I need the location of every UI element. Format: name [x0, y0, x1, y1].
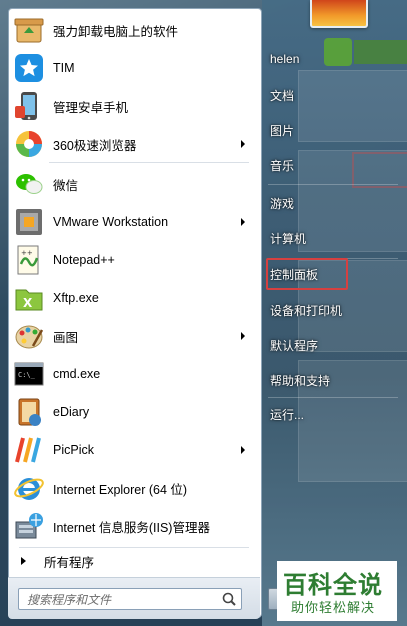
- iis-icon: [13, 510, 45, 542]
- program-label: 画图: [53, 330, 79, 345]
- all-programs-label: 所有程序: [44, 555, 95, 570]
- right-item-help-support[interactable]: 帮助和支持: [270, 372, 330, 389]
- right-item-pictures[interactable]: 图片: [270, 122, 294, 139]
- program-item-android-manager[interactable]: 管理安卓手机: [11, 88, 257, 124]
- tim-icon: [13, 52, 45, 84]
- program-label: Xftp.exe: [53, 291, 99, 305]
- program-item-tim[interactable]: TIM: [11, 50, 257, 86]
- ie-icon: [13, 472, 45, 504]
- program-item-360-browser[interactable]: 360极速浏览器: [11, 126, 257, 162]
- right-item-control-panel[interactable]: 控制面板: [270, 266, 318, 283]
- program-item-ediary[interactable]: eDiary: [11, 394, 257, 430]
- right-item-devices-printers[interactable]: 设备和打印机: [270, 302, 342, 319]
- program-label: 360极速浏览器: [53, 138, 137, 153]
- svg-text:X: X: [23, 296, 33, 310]
- program-label: PicPick: [53, 443, 94, 457]
- vmware-icon: [13, 206, 45, 238]
- svg-text:C:\_: C:\_: [18, 371, 36, 379]
- program-item-picpick[interactable]: PicPick: [11, 432, 257, 468]
- notepadpp-icon: ++: [13, 244, 45, 276]
- program-item-xftp[interactable]: X Xftp.exe: [11, 280, 257, 316]
- program-label: TIM: [53, 61, 75, 75]
- right-item-games[interactable]: 游戏: [270, 195, 294, 212]
- right-item-documents[interactable]: 文档: [270, 87, 294, 104]
- browser-360-icon: [13, 128, 45, 160]
- program-item-ie[interactable]: Internet Explorer (64 位): [11, 470, 257, 506]
- android-manager-icon: [13, 90, 45, 122]
- right-item-music[interactable]: 音乐: [270, 157, 294, 174]
- programs-panel: 强力卸载电脑上的软件 TIM 管理安卓手机 360极速浏览器 微信 VMware…: [8, 8, 262, 619]
- program-label: Internet 信息服务(IIS)管理器: [53, 520, 210, 535]
- xftp-icon: X: [13, 282, 45, 314]
- program-item-notepadpp[interactable]: ++ Notepad++: [11, 242, 257, 278]
- right-item-computer[interactable]: 计算机: [270, 230, 306, 247]
- right-item-run[interactable]: 运行...: [270, 406, 304, 423]
- program-label: cmd.exe: [53, 367, 101, 381]
- program-label: 强力卸载电脑上的软件: [53, 24, 179, 39]
- program-label: 微信: [53, 178, 79, 193]
- triangle-right-icon: [21, 557, 26, 565]
- right-item-user[interactable]: helen: [270, 52, 299, 66]
- submenu-arrow-icon: [241, 140, 245, 148]
- search-placeholder: 搜索程序和文件: [27, 592, 112, 607]
- program-item-vmware[interactable]: VMware Workstation: [11, 204, 257, 240]
- paint-icon: [13, 320, 45, 352]
- picpick-icon: [13, 434, 45, 466]
- program-label: Internet Explorer (64 位): [53, 482, 188, 497]
- program-label: Notepad++: [53, 253, 115, 267]
- recycle-box-icon: [13, 14, 45, 46]
- right-pane: helen 文档 图片 音乐 游戏 计算机 控制面板 设备和打印机 默认程序 帮…: [262, 0, 407, 626]
- watermark-subtitle: 助你轻松解决: [291, 600, 376, 615]
- divider: [49, 162, 249, 163]
- program-label: 管理安卓手机: [53, 100, 129, 115]
- divider: [268, 397, 398, 398]
- program-item-paint[interactable]: 画图: [11, 318, 257, 354]
- divider: [268, 184, 398, 185]
- program-item-wechat[interactable]: 微信: [11, 166, 257, 202]
- submenu-arrow-icon: [241, 332, 245, 340]
- svg-text:++: ++: [21, 249, 33, 257]
- program-item-cmd[interactable]: C:\_ cmd.exe: [11, 356, 257, 392]
- search-bar-area: 搜索程序和文件: [8, 577, 260, 619]
- all-programs-button[interactable]: 所有程序: [11, 549, 257, 573]
- search-input[interactable]: 搜索程序和文件: [18, 588, 242, 610]
- program-label: eDiary: [53, 405, 90, 419]
- watermark: 百科全说 助你轻松解决: [277, 561, 397, 621]
- submenu-arrow-icon: [241, 218, 245, 226]
- program-item-iis[interactable]: Internet 信息服务(IIS)管理器: [11, 508, 257, 544]
- ediary-icon: [13, 396, 45, 428]
- program-label: VMware Workstation: [53, 215, 169, 229]
- wechat-icon: [13, 168, 45, 200]
- cmd-icon: C:\_: [13, 358, 45, 390]
- divider: [19, 547, 249, 548]
- watermark-title: 百科全说: [283, 571, 383, 599]
- right-item-default-programs[interactable]: 默认程序: [270, 337, 318, 354]
- program-item-uninstaller[interactable]: 强力卸载电脑上的软件: [11, 12, 257, 48]
- submenu-arrow-icon: [241, 446, 245, 454]
- search-icon[interactable]: [221, 591, 237, 607]
